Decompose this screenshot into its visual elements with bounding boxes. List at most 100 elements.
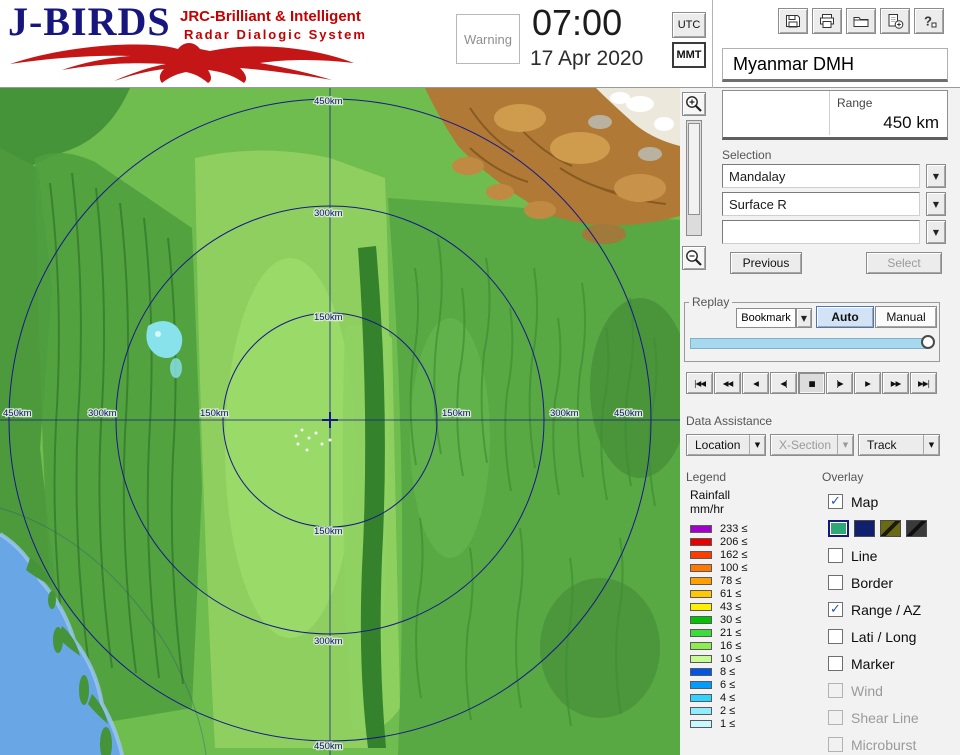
legend-row: 78 ≤: [690, 574, 818, 587]
playback-step-forward-button[interactable]: |▶: [826, 372, 853, 394]
legend-value: 8 ≤: [720, 665, 736, 678]
previous-button[interactable]: Previous: [730, 252, 802, 274]
utc-button[interactable]: UTC: [672, 12, 706, 38]
manual-button[interactable]: Manual: [875, 306, 937, 328]
dropdown-arrow-button[interactable]: ▼: [926, 192, 946, 216]
replay-slider-handle[interactable]: [921, 335, 935, 349]
map-style-swatch[interactable]: [906, 520, 927, 537]
legend-color-swatch: [690, 563, 712, 572]
overlay-checkbox[interactable]: ✓: [828, 602, 843, 617]
overlay-item-label: Marker: [851, 655, 895, 672]
bookmark-button[interactable]: Bookmark: [736, 308, 796, 328]
playback-skip-to-start-button[interactable]: |◀◀: [686, 372, 713, 394]
svg-text:?: ?: [924, 14, 932, 29]
overlay-item-shear-line: Shear Line: [828, 704, 958, 731]
clock-date: 17 Apr 2020: [530, 47, 644, 70]
overlay-checkbox[interactable]: [828, 629, 843, 644]
zoom-in-button[interactable]: [682, 92, 706, 116]
legend-value: 206 ≤: [720, 535, 748, 548]
select-button[interactable]: Select: [866, 252, 942, 274]
ring-label: 300km: [550, 408, 579, 419]
playback-step-back-button[interactable]: ◀|: [770, 372, 797, 394]
legend-color-swatch: [690, 667, 712, 676]
app-logo-subtitle1: JRC-Brilliant & Intelligent: [180, 8, 361, 25]
overlay-checkbox: [828, 710, 843, 725]
radar-map[interactable]: 450km 300km 150km 150km 300km 450km 450km 300km…: [0, 88, 680, 755]
overlay-checkbox[interactable]: [828, 656, 843, 671]
legend-value: 30 ≤: [720, 613, 742, 626]
overlay-checkbox[interactable]: [828, 575, 843, 590]
legend-row: 206 ≤: [690, 535, 818, 548]
legend-value: 4 ≤: [720, 691, 736, 704]
map-style-swatch-selected[interactable]: [828, 520, 849, 537]
legend-row: 1 ≤: [690, 717, 818, 730]
legend-color-swatch: [690, 680, 712, 689]
overlay-checkbox[interactable]: ✓: [828, 494, 843, 509]
playback-stop-button[interactable]: ■: [798, 372, 825, 394]
legend-color-swatch: [690, 537, 712, 546]
overlay-item-border: Border: [828, 569, 958, 596]
x-section-button[interactable]: X-Section ▼: [770, 434, 854, 456]
selection-dropdown: ▼: [722, 220, 948, 244]
print-icon[interactable]: [812, 8, 842, 34]
track-button[interactable]: Track ▼: [858, 434, 940, 456]
ring-label: 300km: [314, 208, 343, 219]
ring-label: 450km: [314, 96, 343, 107]
playback-skip-to-end-button[interactable]: ▶▶|: [910, 372, 937, 394]
legend-block: Rainfall mm/hr 233 ≤206 ≤162 ≤100 ≤78 ≤6…: [690, 488, 818, 730]
zoom-out-button[interactable]: [682, 246, 706, 270]
legend-color-swatch: [690, 576, 712, 585]
legend-color-swatch: [690, 589, 712, 598]
legend-color-swatch: [690, 628, 712, 637]
playback-play-button[interactable]: ▶: [854, 372, 881, 394]
warning-button[interactable]: Warning: [456, 14, 520, 64]
overlay-item-label: Border: [851, 574, 894, 591]
dropdown-arrow-button[interactable]: ▼: [926, 220, 946, 244]
chevron-down-icon: ▼: [749, 435, 765, 455]
playback-fast-forward-button[interactable]: ▶▶: [882, 372, 909, 394]
legend-color-swatch: [690, 550, 712, 559]
replay-slider[interactable]: [690, 338, 928, 349]
legend-color-swatch: [690, 524, 712, 533]
map-style-swatch[interactable]: [880, 520, 901, 537]
legend-row: 233 ≤: [690, 522, 818, 535]
dropdown-value[interactable]: Surface R: [722, 192, 920, 216]
playback-fast-rewind-button[interactable]: ◀◀: [714, 372, 741, 394]
range-divider: [829, 91, 830, 135]
open-folder-icon[interactable]: [846, 8, 876, 34]
auto-button[interactable]: Auto: [816, 306, 874, 328]
ring-label: 300km: [88, 408, 117, 419]
da-button-label: X-Section: [779, 438, 832, 452]
zoom-slider[interactable]: [686, 120, 702, 236]
legend-value: 16 ≤: [720, 639, 742, 652]
legend-row: 43 ≤: [690, 600, 818, 613]
mmt-button[interactable]: MMT: [672, 42, 706, 68]
playback-play-reverse-button[interactable]: ◀: [742, 372, 769, 394]
dropdown-value[interactable]: [722, 220, 920, 244]
overlay-item-line: Line: [828, 542, 958, 569]
chevron-down-icon: ▼: [923, 435, 939, 455]
map-style-swatch[interactable]: [854, 520, 875, 537]
save-icon[interactable]: [778, 8, 808, 34]
legend-color-swatch: [690, 602, 712, 611]
help-icon[interactable]: ?: [914, 8, 944, 34]
overlay-item-label: Wind: [851, 682, 883, 699]
dropdown-value[interactable]: Mandalay: [722, 164, 920, 188]
eagle-logo-icon: [10, 43, 354, 83]
data-assistance-label: Data Assistance: [686, 414, 773, 428]
legend-value: 100 ≤: [720, 561, 748, 574]
export-icon[interactable]: [880, 8, 910, 34]
header-divider: [712, 0, 713, 88]
bookmark-arrow-button[interactable]: ▼: [796, 308, 812, 328]
overlay-checkbox[interactable]: [828, 548, 843, 563]
location-button[interactable]: Location ▼: [686, 434, 766, 456]
selection-dropdown: Mandalay ▼: [722, 164, 948, 188]
ring-label: 450km: [614, 408, 643, 419]
zoom-slider-thumb[interactable]: [688, 123, 700, 215]
legend-value: 78 ≤: [720, 574, 742, 587]
legend-row: 30 ≤: [690, 613, 818, 626]
range-value: 450 km: [883, 113, 939, 132]
legend-rows: 233 ≤206 ≤162 ≤100 ≤78 ≤61 ≤43 ≤30 ≤21 ≤…: [690, 522, 818, 730]
dropdown-arrow-button[interactable]: ▼: [926, 164, 946, 188]
ring-label: 300km: [314, 636, 343, 647]
